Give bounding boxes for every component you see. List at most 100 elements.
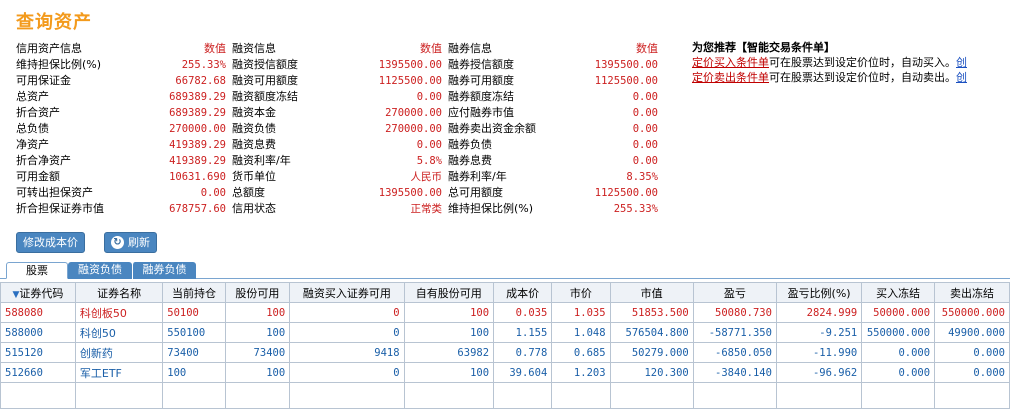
tab-stocks[interactable]: 股票 xyxy=(6,262,68,279)
sell-condition-text: 可在股票达到设定价位时，自动卖出。 xyxy=(769,71,956,84)
buy-create-link[interactable]: 创 xyxy=(956,56,967,69)
recommend-panel: 为您推荐【智能交易条件单】 定价买入条件单可在股票达到设定价位时，自动买入。创 … xyxy=(692,40,1010,85)
column-header[interactable]: 市价 xyxy=(551,282,611,303)
financing-info-row: 融资利率/年 5.8% xyxy=(232,153,442,169)
financing-info-value: 1125500.00 xyxy=(378,75,442,87)
table-cell: 51853.500 xyxy=(609,302,694,323)
table-cell: 创新药 xyxy=(74,342,164,363)
holdings-table: ▼证券代码 证券名称 当前持仓 股份可用 融资买入证券可用 自有股份可用 成本价 市价 市值 盈亏… xyxy=(0,282,1010,409)
refresh-label: 刷新 xyxy=(128,236,150,249)
column-header-label: 市值 xyxy=(640,286,663,300)
column-header-label: 证券名称 xyxy=(97,286,142,300)
securities-info-row: 融券息费 0.00 xyxy=(448,153,658,169)
financing-info-value: 270000.00 xyxy=(385,123,442,135)
column-header[interactable]: 股份可用 xyxy=(224,282,291,303)
table-cell: 120.300 xyxy=(609,362,694,383)
securities-info-label: 应付融券市值 xyxy=(448,106,514,119)
column-header[interactable]: 自有股份可用 xyxy=(403,282,495,303)
column-header[interactable]: 盈亏比例(%) xyxy=(775,282,863,303)
table-cell: 1.048 xyxy=(551,322,611,343)
securities-info-header: 融券信息 数值 xyxy=(448,41,658,57)
column-header-label: 成本价 xyxy=(506,286,540,300)
credit-info-row: 净资产 419389.29 xyxy=(16,137,226,153)
credit-info-value: 255.33% xyxy=(181,59,226,71)
financing-info-row: 融资本金 270000.00 xyxy=(232,105,442,121)
securities-info-panel: 融券信息 数值 融券授信额度 1395500.00 融券可用额度 1125500.00… xyxy=(448,41,658,217)
credit-info-row: 可用保证金 66782.68 xyxy=(16,73,226,89)
column-header[interactable]: 市值 xyxy=(609,282,694,303)
table-cell: 50279.000 xyxy=(609,342,694,363)
securities-info-value: 0.00 xyxy=(632,123,658,135)
table-cell: 1.035 xyxy=(551,302,611,323)
table-cell: 550100 xyxy=(162,322,226,343)
table-cell: 0.778 xyxy=(493,342,553,363)
sell-condition-link[interactable]: 定价卖出条件单 xyxy=(692,71,769,84)
financing-info-row: 融资可用额度 1125500.00 xyxy=(232,73,442,89)
securities-info-label: 融券授信额度 xyxy=(448,58,514,71)
credit-info-value: 0.00 xyxy=(200,187,226,199)
column-header[interactable]: 当前持仓 xyxy=(162,282,226,303)
table-cell xyxy=(224,382,291,409)
table-cell: 100 xyxy=(224,302,291,323)
credit-info-row: 总负债 270000.00 xyxy=(16,121,226,137)
securities-info-value: 1125500.00 xyxy=(594,187,658,199)
table-cell: 515120 xyxy=(0,342,76,363)
column-header[interactable]: 盈亏 xyxy=(692,282,777,303)
securities-info-label: 融券息费 xyxy=(448,154,492,167)
table-cell: 588000 xyxy=(0,322,76,343)
column-header[interactable]: 成本价 xyxy=(493,282,553,303)
credit-info-value: 66782.68 xyxy=(175,75,226,87)
table-row[interactable]: 588000 科创50 550100 100 0 100 1.155 1.048 576504.… xyxy=(0,322,1010,343)
refresh-button[interactable]: ↻ 刷新 xyxy=(104,232,157,253)
securities-info-header-value: 数值 xyxy=(636,42,658,55)
table-cell xyxy=(0,382,76,409)
table-cell xyxy=(692,382,777,409)
table-cell: 550000.000 xyxy=(934,302,1010,323)
table-cell: 100 xyxy=(224,362,291,383)
table-row[interactable]: 515120 创新药 73400 73400 9418 63982 0.778 0.685 50… xyxy=(0,342,1010,363)
financing-info-row: 融资负债 270000.00 xyxy=(232,121,442,137)
credit-info-row: 折合资产 689389.29 xyxy=(16,105,226,121)
securities-info-value: 0.00 xyxy=(632,107,658,119)
financing-info-value: 人民币 xyxy=(410,171,443,183)
column-header[interactable]: 融资买入证券可用 xyxy=(289,282,405,303)
securities-info-value: 1395500.00 xyxy=(594,59,658,71)
financing-info-label: 融资本金 xyxy=(232,106,276,119)
table-cell: -96.962 xyxy=(775,362,863,383)
tab-securities-debt[interactable]: 融券负债 xyxy=(132,262,196,279)
page-title: 查询资产 xyxy=(16,12,92,33)
column-header[interactable]: 买入冻结 xyxy=(861,282,936,303)
credit-info-value: 419389.29 xyxy=(169,139,226,151)
column-header[interactable]: 证券名称 xyxy=(74,282,164,303)
edit-cost-button[interactable]: 修改成本价 xyxy=(16,232,85,253)
financing-info-label: 融资可用额度 xyxy=(232,74,298,87)
table-cell: 科创50 xyxy=(74,322,164,343)
securities-info-label: 总可用额度 xyxy=(448,186,503,199)
table-row[interactable]: 588080 科创板50 50100 100 0 100 0.035 1.035 51853.5… xyxy=(0,302,1010,323)
table-cell: 100 xyxy=(403,362,495,383)
tab-financing-debt[interactable]: 融资负债 xyxy=(68,262,132,279)
table-cell: 1.155 xyxy=(493,322,553,343)
column-header[interactable]: ▼证券代码 xyxy=(0,282,76,303)
column-header-label: 买入冻结 xyxy=(876,286,921,300)
securities-info-row: 融券卖出资金余额 0.00 xyxy=(448,121,658,137)
table-row[interactable]: 512660 军工ETF 100 100 0 100 39.604 1.203 120.300-… xyxy=(0,362,1010,383)
sell-create-link[interactable]: 创 xyxy=(956,71,967,84)
column-header[interactable]: 卖出冻结 xyxy=(934,282,1010,303)
credit-info-header-value: 数值 xyxy=(204,42,226,55)
table-cell xyxy=(775,382,863,409)
securities-info-row: 融券额度冻结 0.00 xyxy=(448,89,658,105)
table-cell: 0.035 xyxy=(493,302,553,323)
column-header-label: 股份可用 xyxy=(235,286,280,300)
credit-info-row: 折合担保证券市值 678757.60 xyxy=(16,201,226,217)
financing-info-value: 270000.00 xyxy=(385,107,442,119)
table-cell: -3840.140 xyxy=(692,362,777,383)
credit-info-row: 总资产 689389.29 xyxy=(16,89,226,105)
table-cell xyxy=(162,382,226,409)
column-header-label: 市价 xyxy=(569,286,592,300)
buy-condition-link[interactable]: 定价买入条件单 xyxy=(692,56,769,69)
table-cell: 588080 xyxy=(0,302,76,323)
table-cell: 0.000 xyxy=(934,362,1010,383)
credit-info-header-label: 信用资产信息 xyxy=(16,42,82,55)
table-cell: -6850.050 xyxy=(692,342,777,363)
